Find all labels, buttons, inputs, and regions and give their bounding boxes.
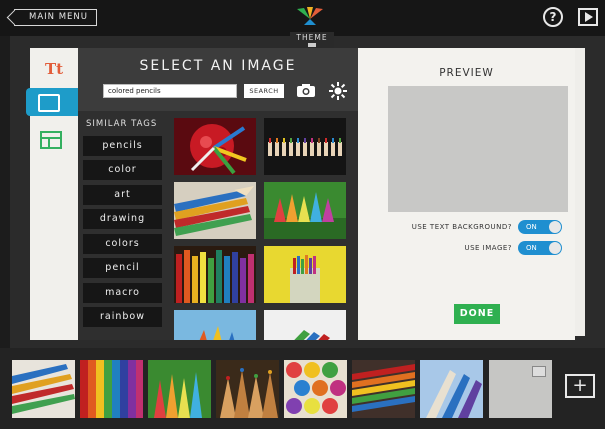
result-image[interactable]	[174, 246, 256, 303]
camera-icon[interactable]	[296, 83, 316, 98]
tag-pencils[interactable]: pencils	[83, 136, 162, 156]
tag-rainbow[interactable]: rainbow	[83, 307, 162, 327]
result-image[interactable]	[174, 182, 256, 239]
use-image-value: ON	[526, 244, 537, 252]
app-window: MAIN MENU ? THEME Tt SELECT AN IMAGE col…	[0, 0, 605, 429]
tag-colors[interactable]: colors	[83, 234, 162, 254]
slide-thumbnail[interactable]	[148, 360, 211, 418]
main-menu-button[interactable]: MAIN MENU	[14, 9, 97, 26]
use-image-label: USE IMAGE?	[464, 244, 512, 252]
theme-tab-label: THEME	[296, 33, 328, 42]
preview-title: PREVIEW	[439, 67, 494, 79]
result-image[interactable]	[264, 310, 346, 340]
tag-art[interactable]: art	[83, 185, 162, 205]
play-preview-button[interactable]	[578, 8, 598, 26]
use-text-background-value: ON	[526, 223, 537, 231]
use-image-toggle[interactable]: ON	[518, 241, 562, 255]
slide-thumbnail[interactable]	[80, 360, 143, 418]
slide-thumbnail[interactable]	[420, 360, 483, 418]
select-image-panel: SELECT AN IMAGE colored pencils SEARCH S…	[78, 48, 358, 340]
result-image[interactable]	[264, 118, 346, 175]
tag-color[interactable]: color	[83, 160, 162, 180]
done-button[interactable]: DONE	[454, 304, 500, 324]
slide-thumbnail[interactable]	[352, 360, 415, 418]
top-bar: MAIN MENU ?	[0, 0, 605, 36]
theme-tab[interactable]: THEME	[290, 32, 334, 48]
tag-drawing[interactable]: drawing	[83, 209, 162, 229]
main-menu-label: MAIN MENU	[29, 12, 88, 22]
text-tool-icon[interactable]: Tt	[45, 60, 63, 78]
empty-slide-thumbnail[interactable]	[489, 360, 552, 418]
slide-thumbnail[interactable]	[12, 360, 75, 418]
image-tool-icon[interactable]	[26, 88, 78, 116]
similar-tags-heading: SIMILAR TAGS	[86, 119, 158, 129]
help-button[interactable]: ?	[543, 7, 563, 27]
result-image[interactable]	[174, 118, 256, 175]
preview-panel: PREVIEW USE TEXT BACKGROUND? ON USE IMAG…	[358, 48, 575, 340]
use-text-background-toggle[interactable]: ON	[518, 220, 562, 234]
help-icon: ?	[549, 10, 557, 24]
slide-thumbnail[interactable]	[284, 360, 347, 418]
tag-pencil[interactable]: pencil	[83, 258, 162, 278]
slide-thumbnail[interactable]	[216, 360, 279, 418]
select-image-title: SELECT AN IMAGE	[139, 58, 297, 74]
app-logo-icon	[297, 7, 323, 25]
preview-image-area	[388, 86, 568, 212]
use-text-background-label: USE TEXT BACKGROUND?	[411, 223, 512, 231]
result-image[interactable]	[264, 246, 346, 303]
plus-icon: +	[572, 375, 588, 396]
flash-icon[interactable]	[328, 81, 348, 101]
result-image[interactable]	[174, 310, 256, 340]
search-button[interactable]: SEARCH	[244, 84, 284, 98]
tag-macro[interactable]: macro	[83, 283, 162, 303]
search-input[interactable]: colored pencils	[103, 84, 237, 98]
add-slide-button[interactable]: +	[565, 374, 595, 398]
result-image[interactable]	[264, 182, 346, 239]
layout-tool-icon[interactable]	[40, 131, 62, 149]
